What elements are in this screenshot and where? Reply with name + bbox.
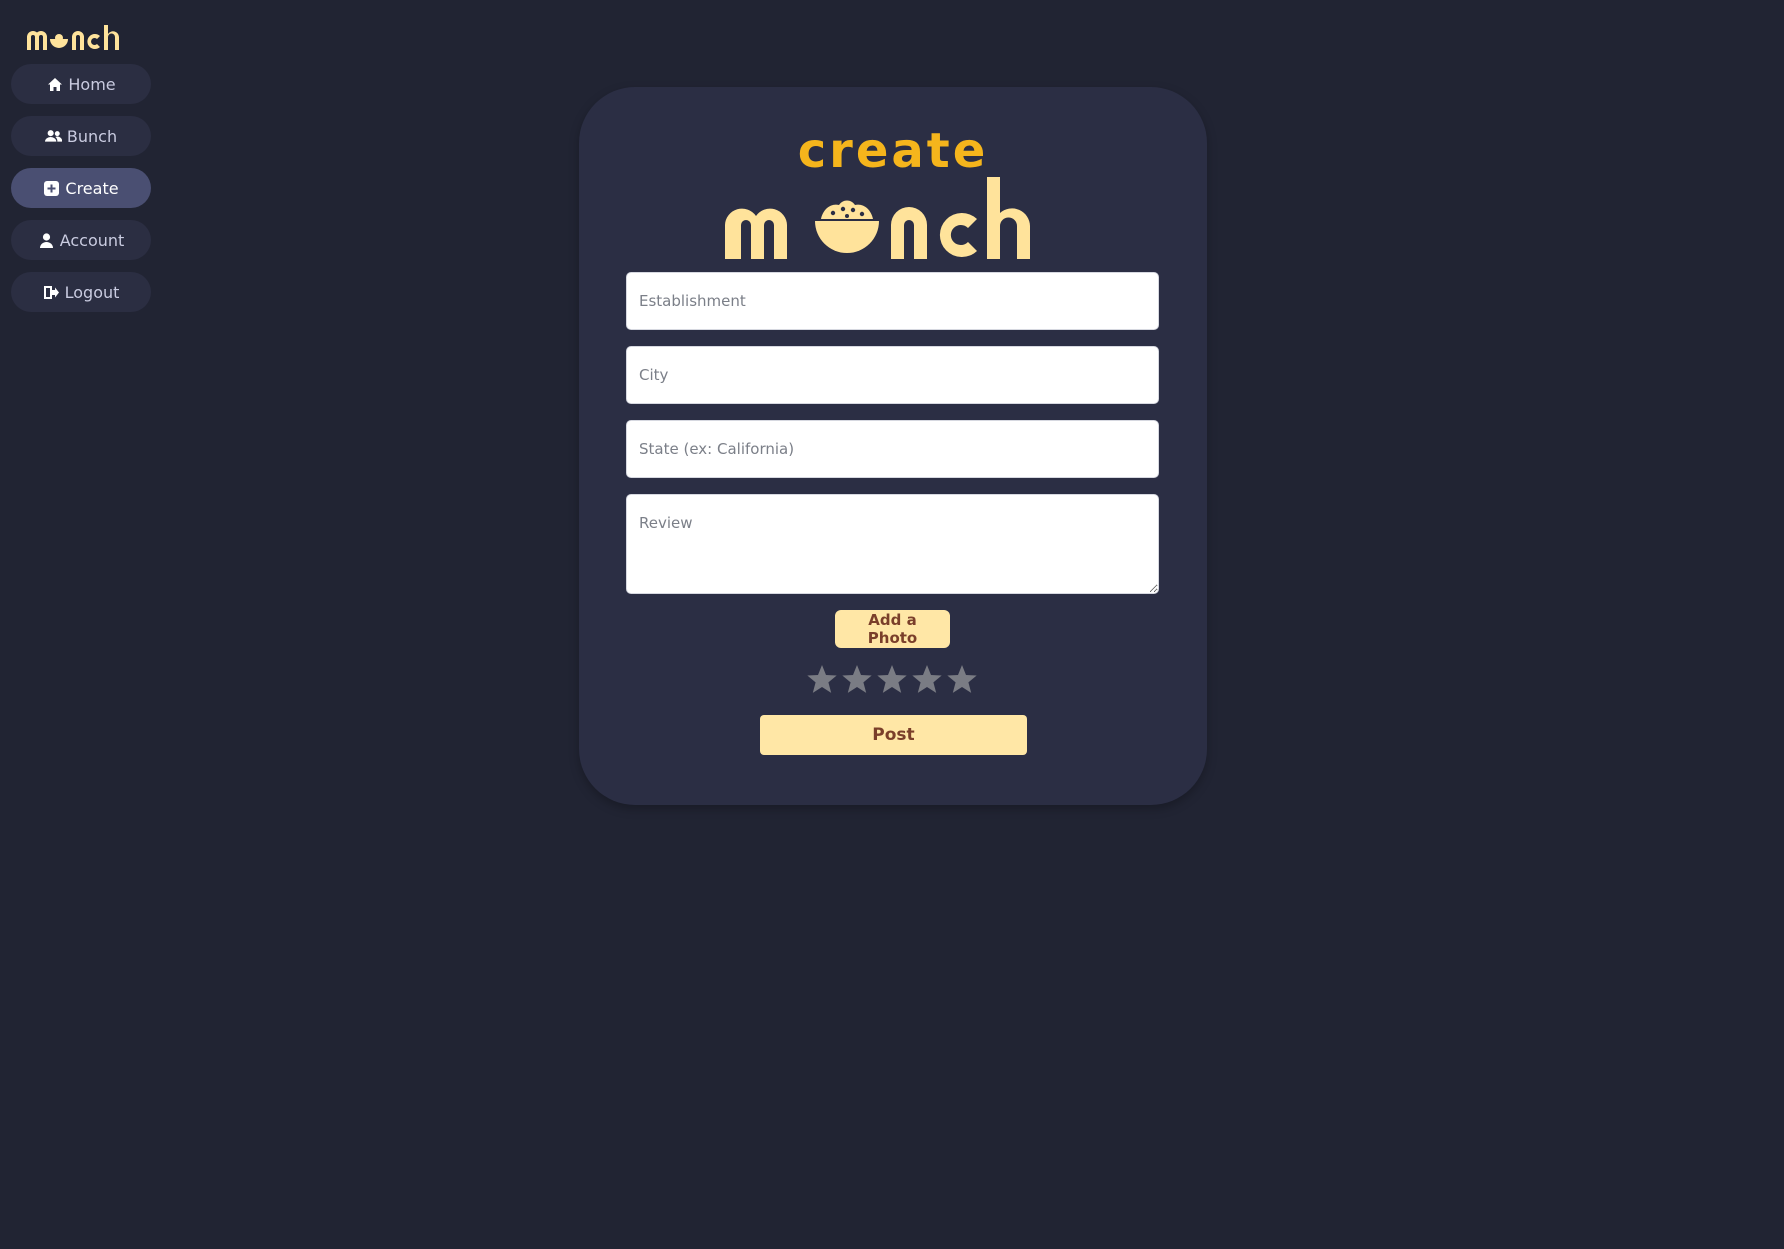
city-input[interactable] <box>626 346 1159 404</box>
users-icon <box>44 128 62 144</box>
establishment-input[interactable] <box>626 272 1159 330</box>
star-1-icon[interactable] <box>806 663 841 697</box>
create-heading-text: create <box>797 123 989 179</box>
logout-icon <box>43 284 60 300</box>
sidebar-item-label: Create <box>65 178 119 198</box>
user-icon <box>38 232 55 248</box>
add-photo-button[interactable]: Add a Photo <box>835 610 950 648</box>
star-2-icon[interactable] <box>841 663 876 697</box>
sidebar-item-logout[interactable]: Logout <box>11 272 151 312</box>
state-input[interactable] <box>626 420 1159 478</box>
star-4-icon[interactable] <box>911 663 946 697</box>
munch-logo[interactable] <box>25 20 137 56</box>
sidebar-item-home[interactable]: Home <box>11 64 151 104</box>
plus-square-icon <box>43 180 60 196</box>
sidebar-item-account[interactable]: Account <box>11 220 151 260</box>
star-5-icon[interactable] <box>946 663 981 697</box>
sidebar-item-label: Bunch <box>66 126 118 146</box>
review-textarea[interactable] <box>626 494 1159 594</box>
munch-logo-large <box>725 177 1030 259</box>
star-3-icon[interactable] <box>876 663 911 697</box>
sidebar-item-label: Home <box>68 74 116 94</box>
sidebar-item-label: Account <box>59 230 125 250</box>
sidebar-item-bunch[interactable]: Bunch <box>11 116 151 156</box>
star-rating <box>806 663 981 697</box>
post-button[interactable]: Post <box>760 715 1027 755</box>
sidebar-item-create[interactable]: Create <box>11 168 151 208</box>
sidebar-item-label: Logout <box>64 282 120 302</box>
sidebar: Home Bunch Create Account Logout <box>11 20 151 324</box>
create-card: create Establishment City State (ex: Cal… <box>579 87 1207 805</box>
home-icon <box>46 76 63 92</box>
